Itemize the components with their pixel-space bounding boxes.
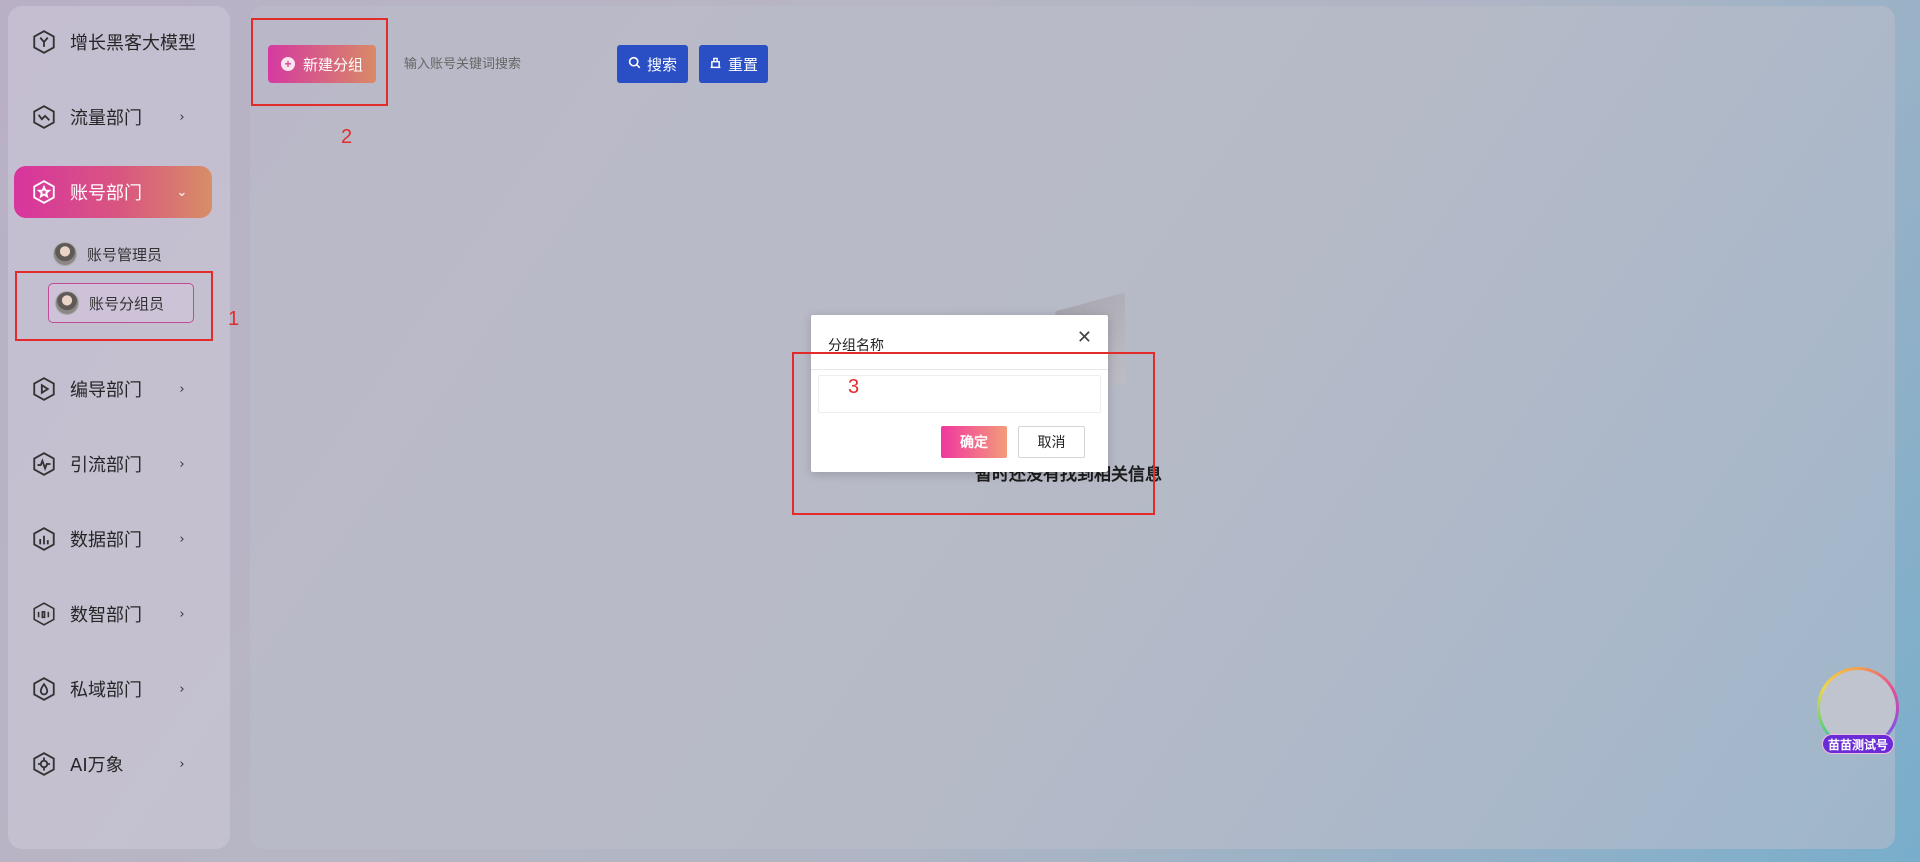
chevron-right-icon: › — [179, 109, 185, 125]
search-button[interactable]: 搜索 — [617, 45, 688, 83]
sidebar-item-label: 数智部门 — [70, 605, 142, 626]
sidebar-item-ai[interactable]: AI万象 › — [14, 738, 212, 790]
reset-label: 重置 — [727, 56, 758, 74]
subitem-account-admin[interactable]: 账号管理员 — [53, 241, 193, 267]
bar-chart-icon — [30, 525, 58, 553]
chevron-right-icon: › — [179, 606, 185, 622]
floating-user-name: 苗苗测试号 — [1822, 734, 1894, 754]
chevron-right-icon: › — [179, 456, 185, 472]
subitem-label: 账号管理员 — [87, 245, 163, 264]
sidebar-item-label: 引流部门 — [70, 455, 142, 476]
pentagon-star-icon — [30, 178, 58, 206]
annotation-number-3: 3 — [848, 376, 860, 398]
drop-icon — [30, 675, 58, 703]
sidebar-item-private-domain[interactable]: 私域部门 › — [14, 663, 212, 715]
sidebar-item-lead-gen[interactable]: 引流部门 › — [14, 438, 212, 490]
sidebar-item-label: 私域部门 — [70, 680, 142, 701]
sidebar-item-label: 数据部门 — [70, 530, 142, 551]
annotation-box-3 — [792, 352, 1155, 515]
sidebar-item-data[interactable]: 数据部门 › — [14, 513, 212, 565]
reset-button[interactable]: 重置 — [699, 45, 768, 83]
chevron-right-icon: › — [179, 756, 185, 772]
annotation-box-2 — [251, 18, 388, 106]
annotation-number-2: 2 — [341, 126, 353, 148]
search-icon — [628, 56, 641, 72]
chevron-right-icon: › — [179, 381, 185, 397]
search-input[interactable] — [392, 45, 612, 83]
annotation-box-1 — [15, 271, 213, 341]
chevron-down-icon: ⌄ — [176, 184, 188, 200]
close-icon[interactable]: ✕ — [1077, 329, 1092, 347]
reset-icon — [709, 56, 722, 72]
brand-label: 增长黑客大模型 — [70, 33, 196, 54]
sidebar-item-label: AI万象 — [70, 755, 124, 776]
sidebar-item-label: 流量部门 — [70, 108, 142, 129]
sidebar-item-traffic[interactable]: 流量部门 › — [14, 91, 212, 143]
sidebar-item-account[interactable]: 账号部门 ⌄ — [14, 166, 212, 218]
avatar — [53, 242, 77, 266]
sidebar-item-directing[interactable]: 编导部门 › — [14, 363, 212, 415]
chevron-right-icon: › — [179, 531, 185, 547]
pulse-icon — [30, 450, 58, 478]
ai-icon — [30, 750, 58, 778]
sidebar-item-label: 账号部门 — [70, 183, 142, 204]
binary-icon — [30, 600, 58, 628]
annotation-number-1: 1 — [228, 308, 240, 330]
sidebar-item-data-intel[interactable]: 数智部门 › — [14, 588, 212, 640]
sidebar-item-label: 编导部门 — [70, 380, 142, 401]
search-label: 搜索 — [646, 56, 677, 74]
flow-icon — [30, 103, 58, 131]
play-icon — [30, 375, 58, 403]
sidebar-brand[interactable]: 增长黑客大模型 — [14, 16, 212, 68]
hexagon-y-icon — [30, 28, 58, 56]
chevron-right-icon: › — [179, 681, 185, 697]
